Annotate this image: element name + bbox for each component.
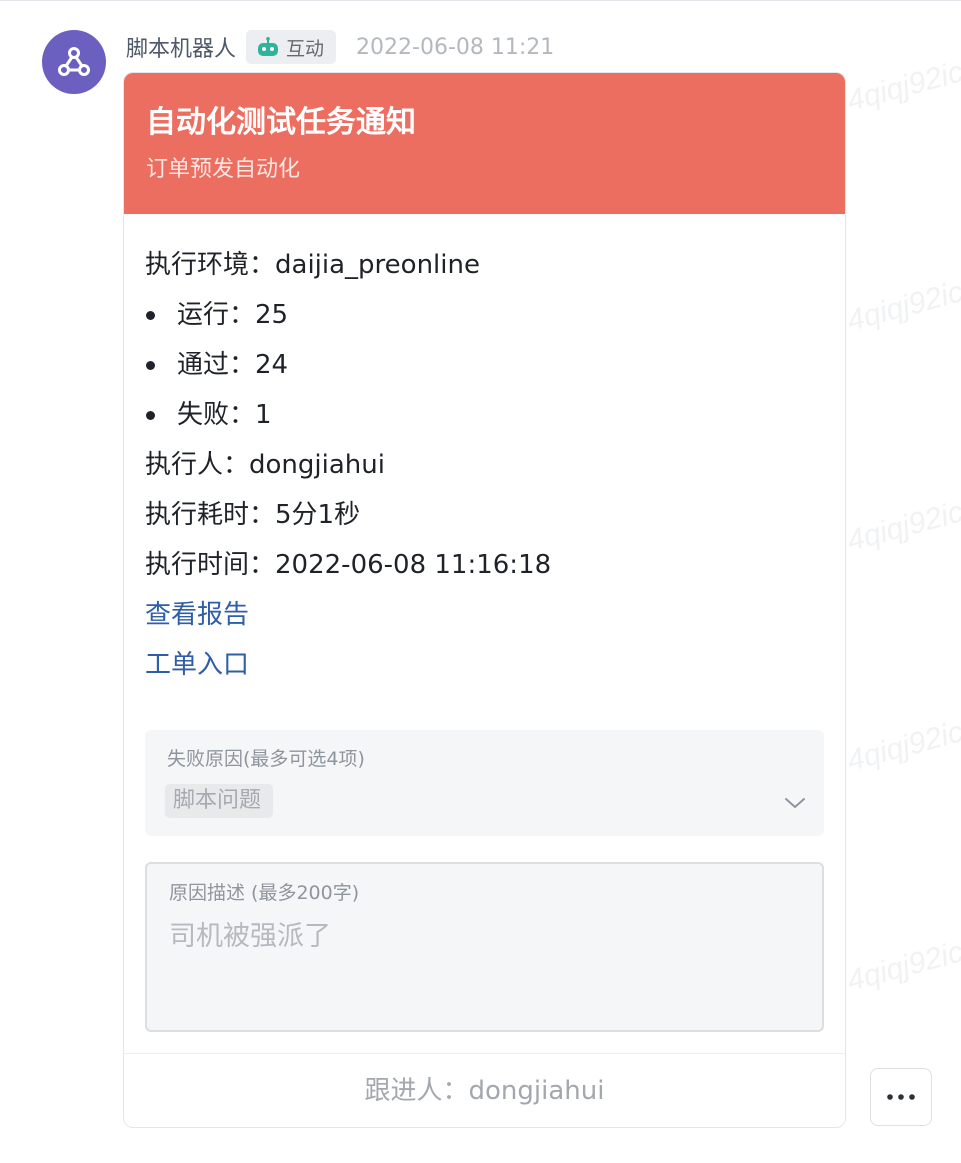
env-value: daijia_preonline (275, 250, 480, 280)
footer-divider (124, 1053, 845, 1054)
list-item: 通过： 24 (145, 340, 824, 390)
stat-value: 25 (255, 300, 289, 330)
selected-option-chip[interactable]: 脚本问题 (165, 784, 274, 818)
follow-up-person: 跟进人：dongjiahui (364, 1076, 605, 1106)
robot-icon (258, 37, 279, 56)
exec-time-label: 执行时间： (145, 550, 276, 580)
bullet-dot (146, 310, 155, 320)
duration-label: 执行耗时： (145, 500, 276, 530)
list-item: 运行： 25 (145, 290, 824, 340)
webhook-icon (58, 47, 90, 76)
message-card: 自动化测试任务通知 订单预发自动化 执行环境：daijia_preonline … (123, 72, 846, 1128)
fail-reason-select[interactable]: 失败原因(最多可选4项) 脚本问题 (145, 730, 824, 836)
message-header: 脚本机器人 互动 2022-06-08 11:21 (126, 30, 554, 64)
top-divider (0, 0, 961, 1)
env-row: 执行环境：daijia_preonline (145, 240, 824, 290)
watermark: 4qiqj92ic (843, 275, 961, 338)
stat-value: 24 (255, 350, 289, 380)
watermark: 4qiqj92ic (843, 55, 961, 118)
duration-row: 执行耗时：5分1秒 (145, 490, 824, 540)
env-label: 执行环境： (145, 250, 276, 280)
reason-description-value[interactable]: 司机被强派了 (169, 920, 800, 954)
reason-description-label: 原因描述 (最多200字) (169, 882, 360, 904)
watermark: 4qiqj92ic (843, 935, 961, 998)
executor-label: 执行人： (145, 450, 250, 480)
bullet-dot (146, 410, 155, 420)
executor-row: 执行人：dongjiahui (145, 440, 824, 490)
exec-time-value: 2022-06-08 11:16:18 (275, 550, 552, 580)
stat-label: 运行： (177, 300, 256, 330)
sender-name[interactable]: 脚本机器人 (126, 31, 236, 63)
card-title: 自动化测试任务通知 (146, 105, 416, 140)
watermark: 4qiqj92ic (843, 715, 961, 778)
tag-label: 互动 (286, 37, 325, 60)
stat-label: 失败： (177, 400, 256, 430)
duration-value: 5分1秒 (275, 500, 361, 530)
stat-value: 1 (255, 400, 272, 430)
reason-description-textarea[interactable]: 原因描述 (最多200字) 司机被强派了 (145, 862, 824, 1032)
bullet-dot (146, 360, 155, 370)
exec-time-row: 执行时间：2022-06-08 11:16:18 (145, 540, 824, 590)
bot-avatar[interactable] (42, 30, 106, 94)
card-body: 执行环境：daijia_preonline 运行： 25 通过： 24 失败： 1 执… (124, 214, 845, 690)
more-actions-button[interactable] (870, 1068, 932, 1126)
ticket-entry-link[interactable]: 工单入口 (145, 640, 824, 690)
watermark: 4qiqj92ic (843, 495, 961, 558)
stat-label: 通过： (177, 350, 256, 380)
fail-reason-label: 失败原因(最多可选4项) (167, 748, 365, 770)
card-header: 自动化测试任务通知 订单预发自动化 (124, 73, 845, 214)
more-horizontal-icon (887, 1094, 915, 1100)
interactive-tag: 互动 (246, 30, 337, 64)
view-report-link[interactable]: 查看报告 (145, 590, 824, 640)
message-time: 2022-06-08 11:21 (356, 34, 555, 60)
list-item: 失败： 1 (145, 390, 824, 440)
executor-value: dongjiahui (249, 450, 385, 480)
chevron-down-icon[interactable] (784, 796, 806, 810)
card-subtitle: 订单预发自动化 (146, 157, 301, 182)
